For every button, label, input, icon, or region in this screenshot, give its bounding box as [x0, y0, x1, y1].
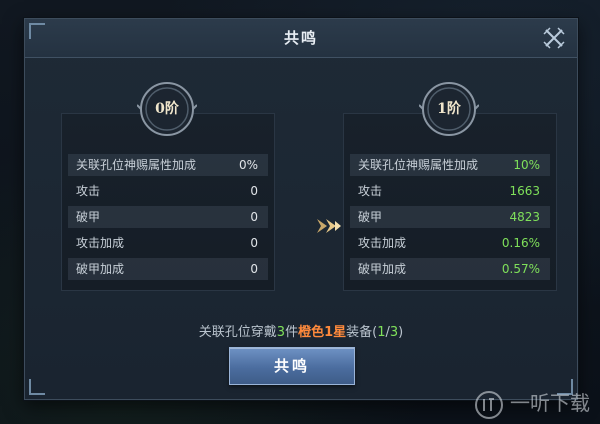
close-button[interactable] [541, 25, 567, 51]
stat-value: 0 [250, 236, 258, 250]
arrow-right-icon [317, 219, 341, 233]
stat-value: 0 [250, 262, 258, 276]
next-tier-badge: 1阶 [418, 79, 480, 139]
stat-row: 破甲加成 0 [68, 258, 268, 280]
dialog-corner-ornament [29, 379, 45, 395]
next-tier-label: 1阶 [437, 101, 461, 117]
stat-row: 攻击加成 0 [68, 232, 268, 254]
stat-row: 攻击 1663 [350, 180, 550, 202]
stat-value: 0.57% [501, 262, 540, 276]
stat-row: 攻击加成 0.16% [350, 232, 550, 254]
current-tier-label: 0阶 [155, 101, 179, 117]
resonance-dialog: 共鸣 关联孔位神赐属性加成 0% 攻击 0 破甲 0 攻击加成 0 破甲加成 0… [24, 18, 578, 400]
requirement-suffix: 装备( [346, 325, 378, 340]
stat-row: 攻击 0 [68, 180, 268, 202]
current-tier-badge: 0阶 [136, 79, 198, 139]
requirement-text: 关联孔位穿戴3件橙色1星装备(1/3) [25, 321, 577, 340]
stat-name: 攻击加成 [358, 236, 407, 250]
requirement-quality: 橙色1星 [298, 325, 347, 340]
stat-row: 关联孔位神赐属性加成 10% [350, 154, 550, 176]
stat-name: 破甲 [76, 210, 101, 224]
next-stat-list: 关联孔位神赐属性加成 10% 攻击 1663 破甲 4823 攻击加成 0.16… [350, 154, 550, 284]
requirement-count: 3 [276, 325, 286, 340]
stat-row: 关联孔位神赐属性加成 0% [68, 154, 268, 176]
dialog-header: 共鸣 [25, 19, 577, 58]
requirement-unit: 件 [285, 325, 299, 340]
next-tier-panel: 关联孔位神赐属性加成 10% 攻击 1663 破甲 4823 攻击加成 0.16… [343, 113, 557, 291]
upgrade-arrow [313, 215, 343, 237]
current-stat-list: 关联孔位神赐属性加成 0% 攻击 0 破甲 0 攻击加成 0 破甲加成 0 [68, 154, 268, 284]
resonate-button[interactable]: 共鸣 [229, 347, 355, 385]
stat-value: 1663 [509, 184, 540, 198]
stat-value: 0 [250, 210, 258, 224]
stat-name: 关联孔位神赐属性加成 [76, 158, 197, 172]
stat-name: 关联孔位神赐属性加成 [358, 158, 479, 172]
requirement-total: 3 [389, 325, 399, 340]
stat-name: 攻击 [76, 184, 101, 198]
watermark: 一听下载 [474, 386, 590, 420]
stat-value: 10% [513, 158, 540, 172]
stat-name: 破甲加成 [76, 262, 125, 276]
current-tier-panel: 关联孔位神赐属性加成 0% 攻击 0 破甲 0 攻击加成 0 破甲加成 0 [61, 113, 275, 291]
stat-name: 攻击 [358, 184, 383, 198]
stat-name: 破甲 [358, 210, 383, 224]
watermark-logo-icon [475, 390, 503, 419]
watermark-text: 一听下载 [510, 391, 590, 415]
stat-row: 破甲加成 0.57% [350, 258, 550, 280]
close-icon [543, 27, 565, 49]
dialog-title: 共鸣 [283, 29, 318, 47]
game-scene: 共鸣 关联孔位神赐属性加成 0% 攻击 0 破甲 0 攻击加成 0 破甲加成 0… [0, 0, 600, 424]
requirement-close: ) [398, 325, 404, 340]
stat-name: 攻击加成 [76, 236, 125, 250]
stat-name: 破甲加成 [358, 262, 407, 276]
stat-value: 0% [238, 158, 258, 172]
stat-value: 4823 [509, 210, 540, 224]
stat-row: 破甲 4823 [350, 206, 550, 228]
requirement-prefix: 关联孔位穿戴 [198, 325, 277, 340]
stat-value: 0.16% [501, 236, 540, 250]
stat-row: 破甲 0 [68, 206, 268, 228]
stat-value: 0 [250, 184, 258, 198]
